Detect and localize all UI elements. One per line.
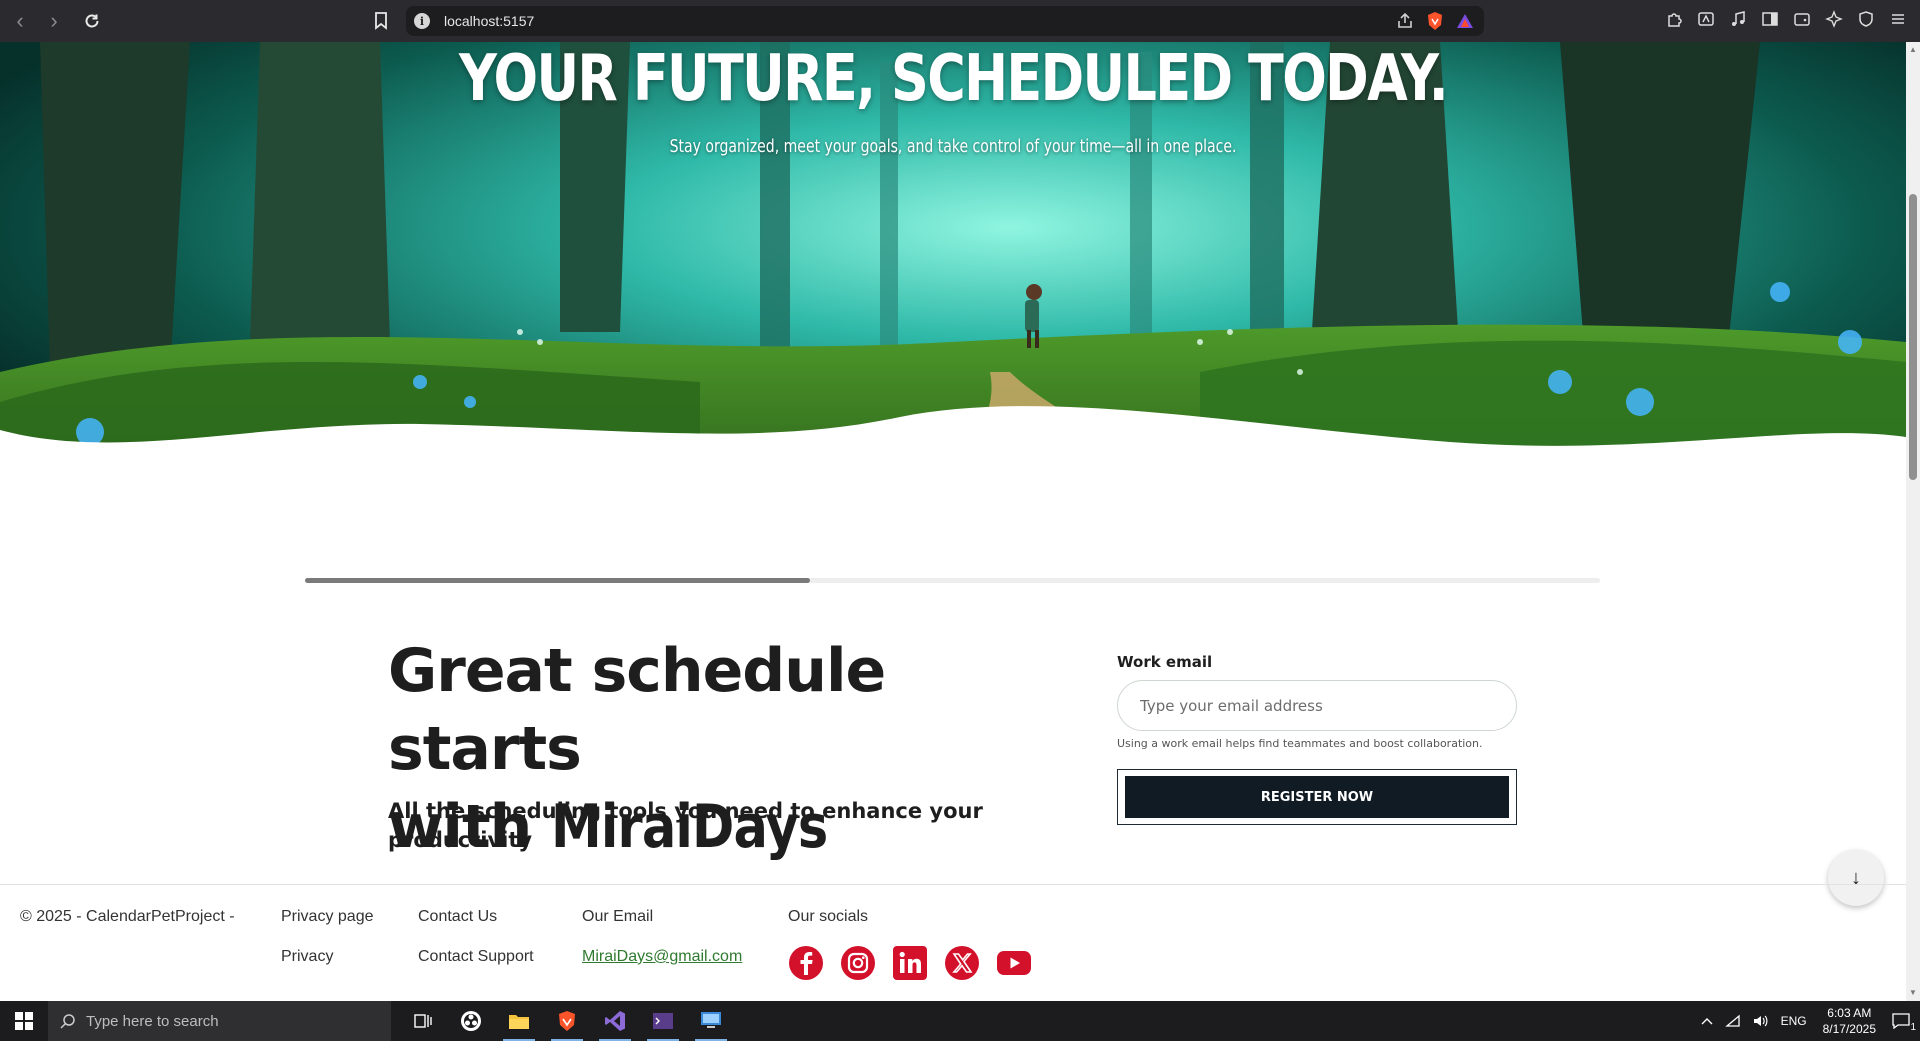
- sidebar-icon[interactable]: [1760, 9, 1780, 29]
- system-tray: ENG 6:03 AM 8/17/2025 1: [1695, 1001, 1920, 1041]
- volume-icon[interactable]: [1753, 1014, 1769, 1028]
- notification-count: 1: [1910, 1022, 1916, 1033]
- obs-icon[interactable]: [447, 1001, 495, 1041]
- browser-toolbar: ‹ › i localhost:5157: [0, 0, 1920, 42]
- clock[interactable]: 6:03 AM 8/17/2025: [1823, 1005, 1876, 1037]
- footer-email: Our Email MiraiDays@gmail.com: [582, 908, 742, 988]
- page-scrollbar[interactable]: ▲ ▼: [1906, 42, 1920, 1001]
- back-icon[interactable]: ‹: [6, 7, 34, 35]
- email-hint: Using a work email helps find teammates …: [1117, 737, 1483, 750]
- translate-icon[interactable]: [1696, 9, 1716, 29]
- headline-line1: Great schedule starts: [388, 636, 886, 784]
- privacy-page-link[interactable]: Privacy page: [281, 908, 374, 948]
- hero-section: YOUR FUTURE, SCHEDULED TODAY. Stay organ…: [0, 42, 1906, 572]
- extensions-icon[interactable]: [1664, 9, 1684, 29]
- url-text[interactable]: localhost:5157: [444, 13, 534, 29]
- footer-links-contact: Contact Us Contact Support: [418, 908, 534, 988]
- subheadline: All the scheduling tools you need to enh…: [388, 799, 983, 852]
- media-icon[interactable]: [1728, 9, 1748, 29]
- email-field[interactable]: [1117, 680, 1517, 731]
- address-bar[interactable]: i localhost:5157: [406, 6, 1484, 36]
- scroll-up-arrow-icon[interactable]: ▲: [1909, 46, 1917, 54]
- chevron-up-icon[interactable]: [1701, 1017, 1713, 1025]
- clock-date: 8/17/2025: [1822, 1022, 1876, 1036]
- visual-studio-icon[interactable]: [591, 1001, 639, 1041]
- remote-desktop-icon[interactable]: [687, 1001, 735, 1041]
- progress-fill: [305, 578, 811, 583]
- file-explorer-icon[interactable]: [495, 1001, 543, 1041]
- instagram-icon[interactable]: [840, 945, 876, 981]
- register-frame: REGISTER NOW: [1117, 769, 1517, 825]
- search-icon: [60, 1014, 75, 1029]
- network-icon[interactable]: [1724, 1014, 1741, 1028]
- taskbar-apps: [399, 1001, 735, 1041]
- windows-start-icon[interactable]: [0, 1001, 48, 1041]
- vpn-icon[interactable]: [1856, 9, 1876, 29]
- socials-title: Our socials: [788, 908, 869, 925]
- footer: © 2025 - CalendarPetProject - Privacy pa…: [0, 885, 1906, 1001]
- scroll-thumb[interactable]: [1909, 194, 1917, 480]
- leo-ai-icon[interactable]: [1824, 9, 1844, 29]
- language-indicator[interactable]: ENG: [1781, 1014, 1807, 1028]
- terminal-icon[interactable]: [639, 1001, 687, 1041]
- brave-shields-icon[interactable]: [1426, 11, 1444, 36]
- contact-support-link[interactable]: Contact Support: [418, 948, 534, 988]
- brave-browser-icon[interactable]: [543, 1001, 591, 1041]
- forward-icon[interactable]: ›: [40, 7, 68, 35]
- hero-title: YOUR FUTURE, SCHEDULED TODAY.: [458, 42, 1449, 116]
- search-placeholder: Type here to search: [86, 1012, 219, 1030]
- hero-subtitle: Stay organized, meet your goals, and tak…: [669, 136, 1237, 157]
- task-view-icon[interactable]: [399, 1001, 447, 1041]
- copyright-text: © 2025 - CalendarPetProject -: [20, 908, 235, 925]
- email-title: Our Email: [582, 908, 654, 925]
- notification-icon[interactable]: 1: [1892, 1013, 1916, 1033]
- taskbar-search[interactable]: Type here to search: [48, 1001, 391, 1041]
- menu-icon[interactable]: [1888, 9, 1908, 29]
- email-link[interactable]: MiraiDays@gmail.com: [582, 948, 742, 965]
- facebook-icon[interactable]: [788, 945, 824, 981]
- footer-socials: Our socials: [788, 908, 868, 948]
- social-icons: [788, 945, 1032, 981]
- work-email-label: Work email: [1117, 653, 1213, 671]
- contact-us-link[interactable]: Contact Us: [418, 908, 534, 948]
- x-icon[interactable]: [944, 945, 980, 981]
- site-info-icon[interactable]: i: [414, 13, 430, 29]
- footer-links-privacy: Privacy page Privacy: [281, 908, 374, 988]
- forest-hero-image: [0, 42, 1906, 572]
- privacy-link[interactable]: Privacy: [281, 948, 374, 988]
- register-button[interactable]: REGISTER NOW: [1125, 776, 1509, 818]
- share-icon[interactable]: [1396, 12, 1414, 35]
- youtube-icon[interactable]: [996, 945, 1032, 981]
- bookmark-icon[interactable]: [368, 8, 394, 34]
- wallet-icon[interactable]: [1792, 9, 1812, 29]
- linkedin-icon[interactable]: [892, 945, 928, 981]
- windows-taskbar: Type here to search ENG 6:03 AM 8/17/202…: [0, 1001, 1920, 1041]
- reload-icon[interactable]: [78, 7, 106, 35]
- progress-bar: [305, 578, 1600, 583]
- scroll-down-arrow-icon[interactable]: ▼: [1909, 989, 1917, 997]
- clock-time: 6:03 AM: [1827, 1006, 1872, 1020]
- brave-rewards-icon[interactable]: [1456, 12, 1474, 35]
